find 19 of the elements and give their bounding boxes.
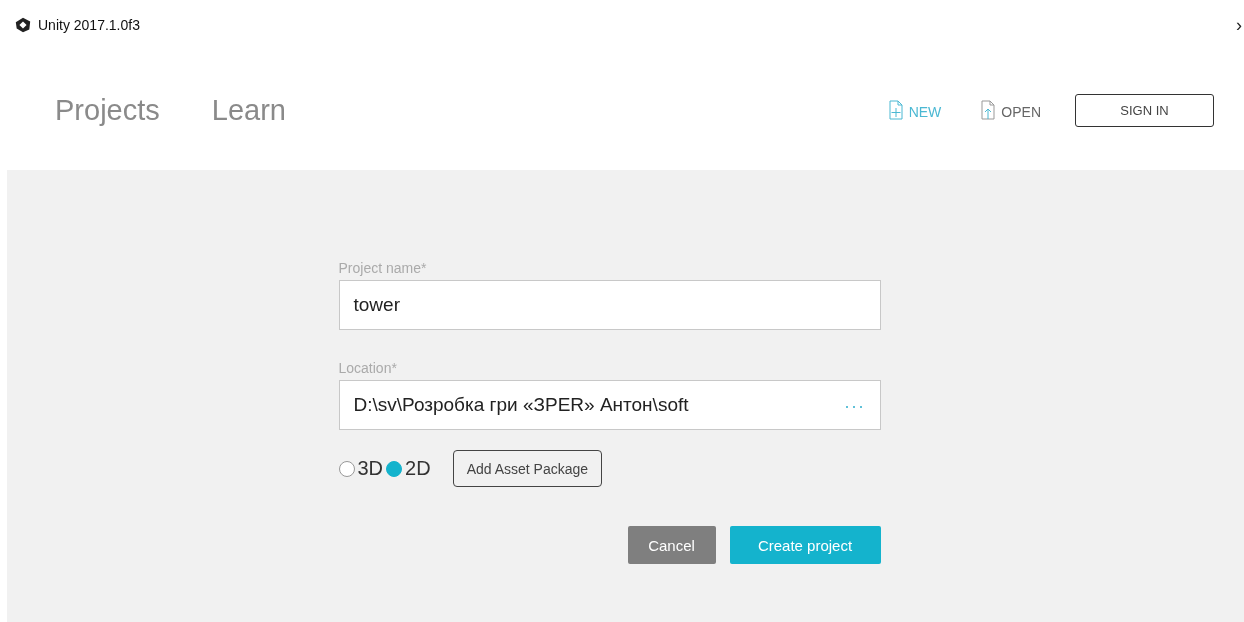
cube-logo-icon — [14, 16, 32, 34]
field-value: D:\sv\Розробка гри «ЗPER» Антон\soft — [353, 394, 690, 416]
cancel-button[interactable]: Cancel — [627, 526, 716, 564]
project-name-field[interactable]: tower — [338, 280, 881, 330]
window-title: Unity 2017.1.0f3 — [38, 17, 140, 33]
field-value: tower — [353, 294, 401, 316]
add-asset-package-button[interactable]: Add Asset Package — [452, 450, 603, 487]
radio-button[interactable] — [338, 460, 355, 477]
location-field[interactable]: D:\sv\Розробка гри «ЗPER» Антон\soft ... — [338, 380, 881, 430]
radio-label[interactable]: 2D — [405, 457, 431, 480]
new-file-icon — [888, 100, 903, 120]
field-label: Project name* — [338, 260, 428, 276]
field-label: Location* — [338, 360, 398, 376]
sign-in-button[interactable]: SIGN IN — [1075, 93, 1214, 127]
chevron-glyph[interactable]: › — [1236, 14, 1244, 36]
radio-button[interactable] — [386, 460, 403, 477]
open-button[interactable]: OPEN — [981, 100, 1041, 120]
radio-label[interactable]: 3D — [357, 457, 384, 480]
file-upload-icon — [981, 100, 996, 120]
